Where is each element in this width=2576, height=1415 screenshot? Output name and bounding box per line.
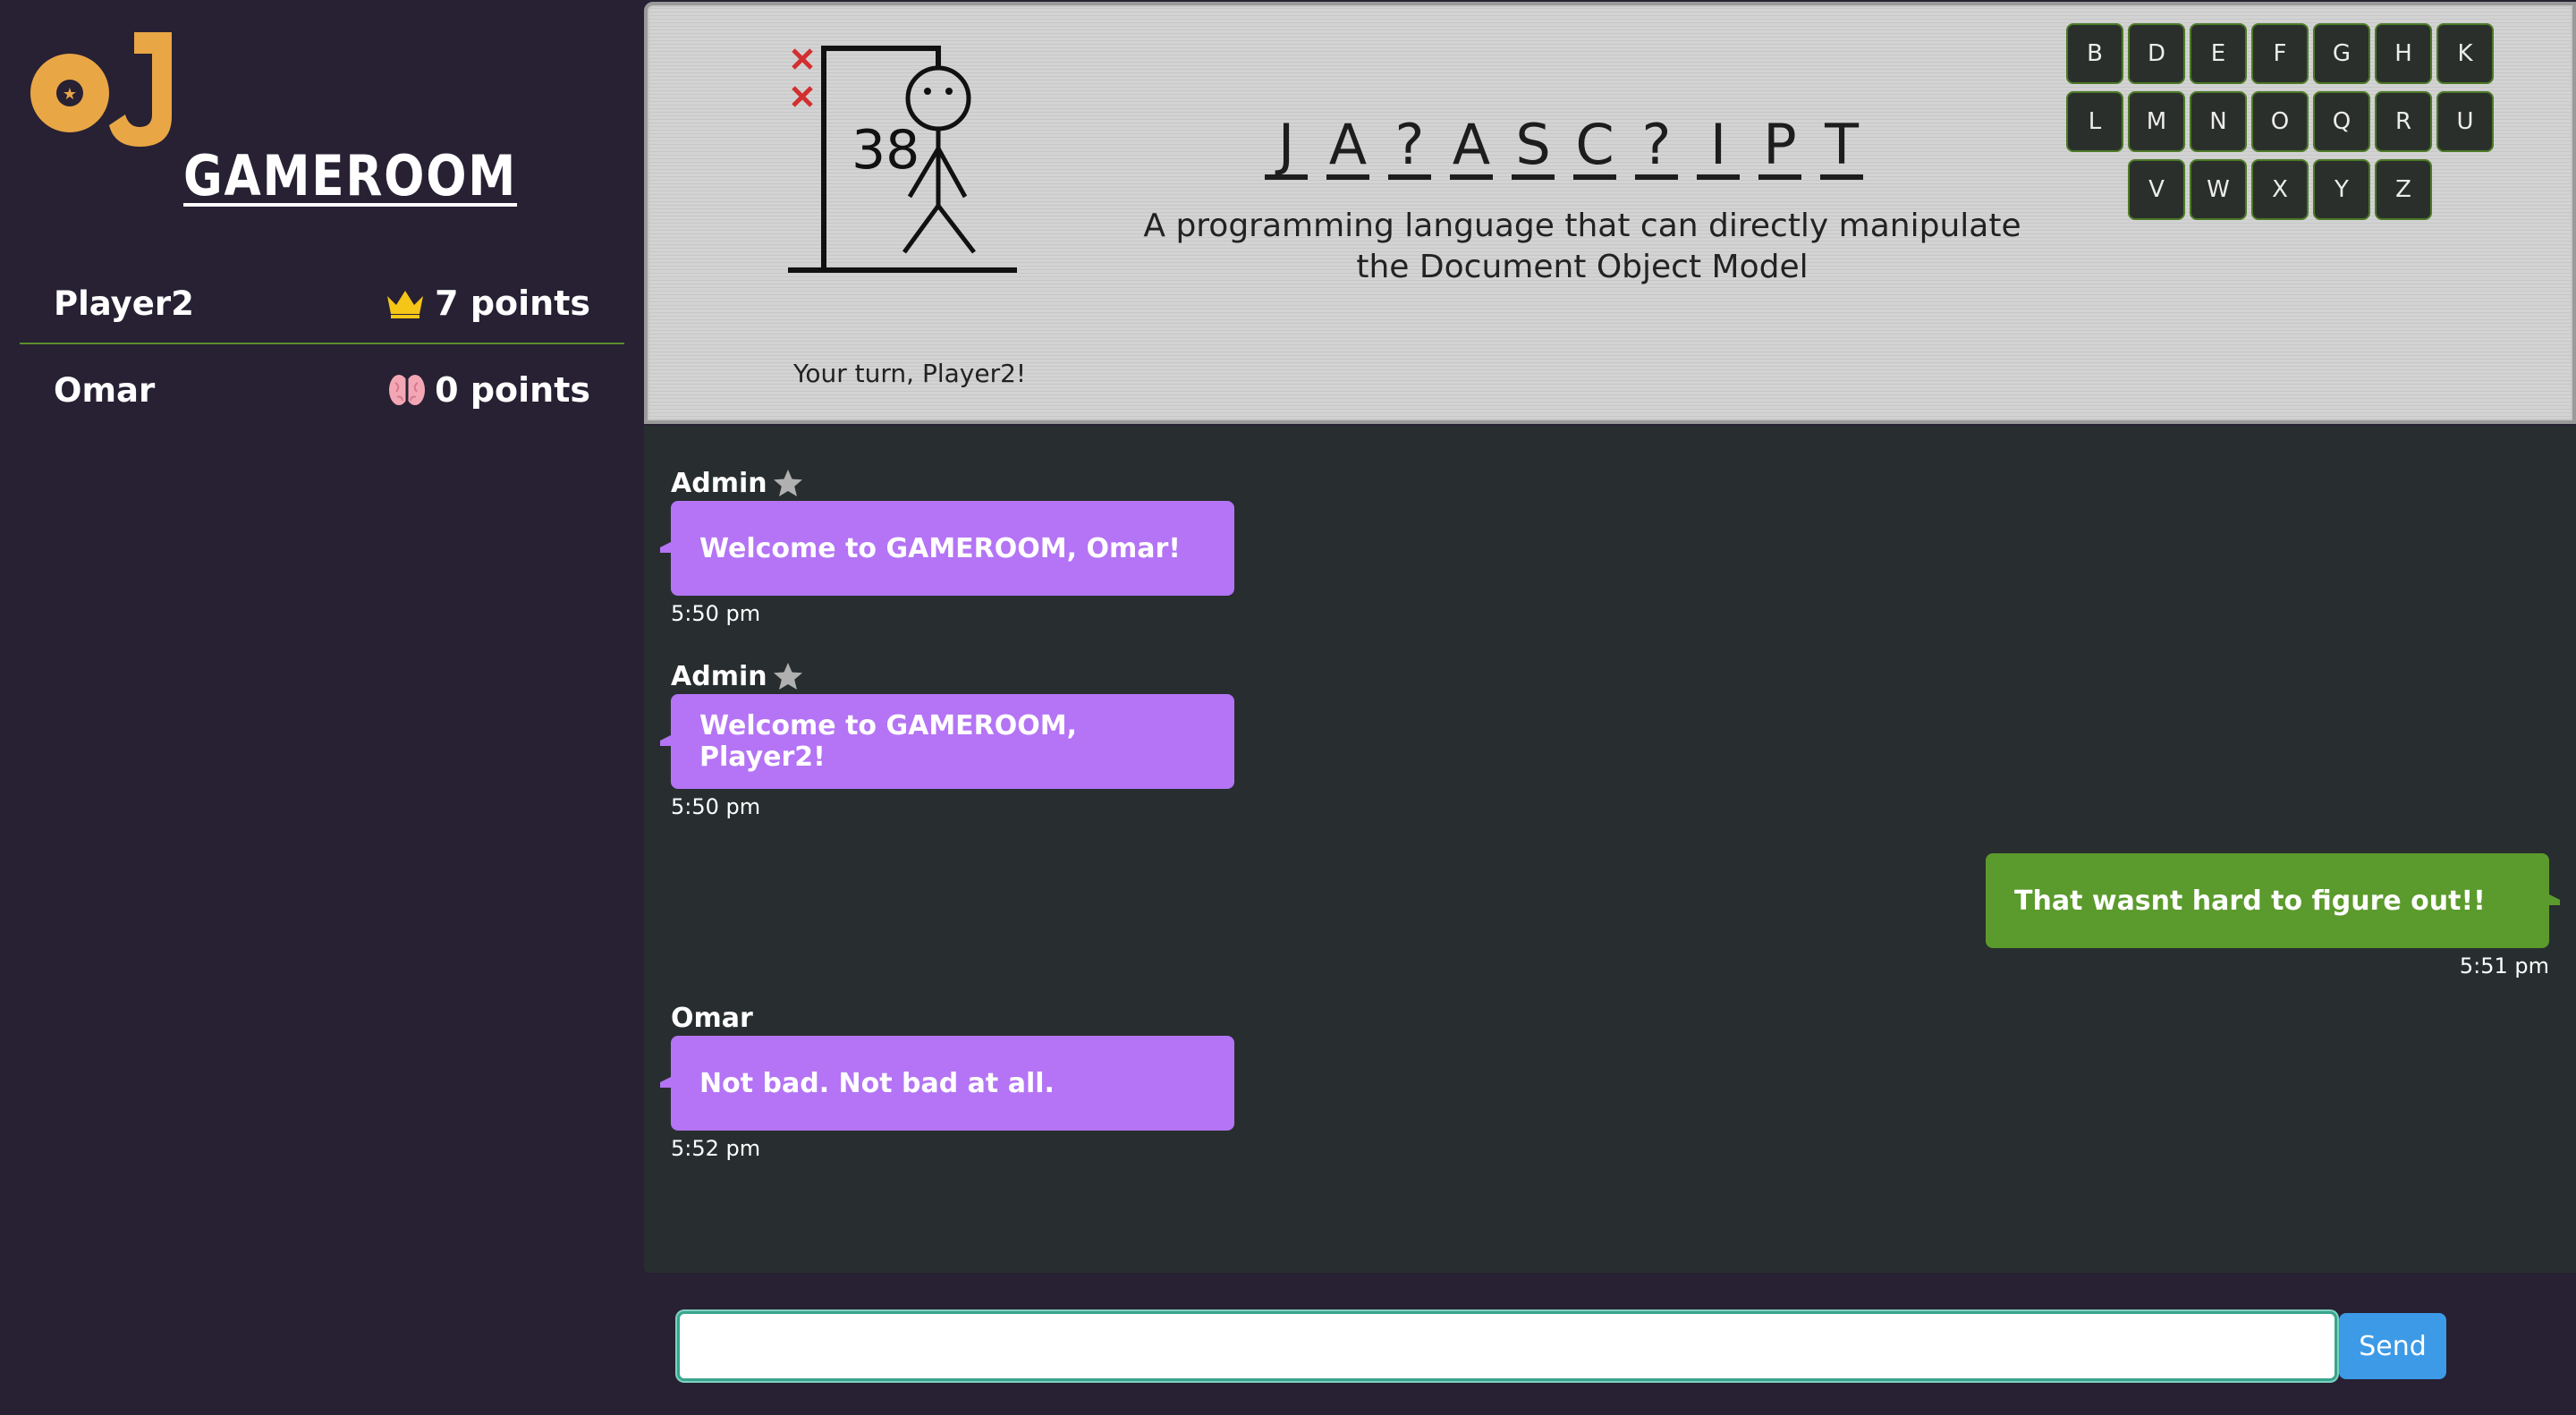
letter-key[interactable]: X xyxy=(2251,159,2309,220)
player-row: Omar 0 points xyxy=(20,350,624,430)
player-row: Player2 7 points xyxy=(20,264,624,344)
message-sender: Omar xyxy=(671,1000,1234,1036)
chat-message: Omar Not bad. Not bad at all. 5:52 pm xyxy=(660,1000,1234,1161)
puzzle-letter-slot: S xyxy=(1512,117,1555,180)
letter-key[interactable]: D xyxy=(2128,23,2185,84)
sender-name: Omar xyxy=(671,1002,753,1034)
send-button[interactable]: Send xyxy=(2339,1313,2446,1379)
puzzle-letter-slot: T xyxy=(1820,117,1863,180)
letter-key[interactable]: Z xyxy=(2375,159,2432,220)
puzzle-letter-slot: I xyxy=(1697,117,1740,180)
keyboard-row: BDEFGHK xyxy=(2056,23,2504,84)
chat-message: Admin Welcome to GAMEROOM, Omar! 5:50 pm xyxy=(660,465,1234,626)
chat-message: That wasnt hard to figure out!! 5:51 pm xyxy=(1986,853,2560,979)
logo-icon: ★ xyxy=(30,32,172,147)
player-name: Player2 xyxy=(54,284,194,323)
letter-key[interactable]: M xyxy=(2128,91,2185,152)
letter-key[interactable]: F xyxy=(2251,23,2309,84)
letter-key[interactable]: V xyxy=(2128,159,2185,220)
brain-icon xyxy=(389,375,426,405)
keyboard-row: VWXYZ xyxy=(2056,159,2504,220)
sidebar: ★ GAMEROOM Player2 7 points Omar 0 point… xyxy=(0,0,644,1415)
crown-icon xyxy=(387,291,424,318)
star-icon xyxy=(773,470,802,496)
player-score: 0 points xyxy=(388,370,590,410)
guess-counter: 38 xyxy=(852,119,920,182)
letter-key[interactable]: B xyxy=(2066,23,2123,84)
player-name: Omar xyxy=(54,370,156,410)
letter-key[interactable]: W xyxy=(2190,159,2247,220)
letter-key[interactable]: R xyxy=(2375,91,2432,152)
message-sender: Admin xyxy=(671,465,1234,501)
keyboard-row: LMNOQRU xyxy=(2056,91,2504,152)
message-time: 5:52 pm xyxy=(671,1136,761,1161)
player-score: 7 points xyxy=(385,284,590,323)
letter-key[interactable]: U xyxy=(2436,91,2494,152)
puzzle-hint: A programming language that can directly… xyxy=(1143,208,2021,285)
letter-key[interactable]: K xyxy=(2436,23,2494,84)
puzzle-word: J A? A S C? I P T xyxy=(1265,117,1863,180)
puzzle-letter-slot: C xyxy=(1573,117,1616,180)
puzzle-letter-slot: P xyxy=(1758,117,1801,180)
message-bubble: That wasnt hard to figure out!! xyxy=(1986,853,2560,948)
turn-indicator: Your turn, Player2! xyxy=(793,359,1027,388)
letter-key[interactable]: N xyxy=(2190,91,2247,152)
message-bubble: Welcome to GAMEROOM, Player2! xyxy=(660,694,1234,789)
letter-key[interactable]: O xyxy=(2251,91,2309,152)
message-bubble: Welcome to GAMEROOM, Omar! xyxy=(660,501,1234,596)
message-time: 5:50 pm xyxy=(671,601,761,626)
puzzle-letter-slot: J xyxy=(1265,117,1308,180)
letter-key[interactable]: Y xyxy=(2313,159,2370,220)
message-input[interactable] xyxy=(677,1311,2337,1381)
message-sender: Admin xyxy=(671,658,1234,694)
letter-key[interactable]: E xyxy=(2190,23,2247,84)
message-bubble: Not bad. Not bad at all. xyxy=(660,1036,1234,1131)
sender-name: Admin xyxy=(671,467,767,499)
letter-key[interactable]: G xyxy=(2313,23,2370,84)
app-title: GAMEROOM xyxy=(183,143,518,208)
game-panel: 38 J A? A S C? I P T A programming language tha… xyxy=(644,2,2576,424)
letter-key[interactable]: Q xyxy=(2313,91,2370,152)
svg-text:★: ★ xyxy=(63,85,77,104)
puzzle-letter-slot: A xyxy=(1450,117,1493,180)
player-score-text: 7 points xyxy=(435,284,590,323)
letter-key[interactable]: L xyxy=(2066,91,2123,152)
letter-keyboard: BDEFGHK LMNOQRU VWXYZ xyxy=(2056,23,2504,227)
sender-name: Admin xyxy=(671,660,767,692)
chat-messages: Admin Welcome to GAMEROOM, Omar! 5:50 pm… xyxy=(644,426,2576,1273)
player-score-text: 0 points xyxy=(435,370,590,410)
message-time: 5:51 pm xyxy=(2459,953,2549,979)
chat-message: Admin Welcome to GAMEROOM, Player2! 5:50… xyxy=(660,658,1234,819)
puzzle-letter-slot: ? xyxy=(1635,117,1678,180)
star-icon xyxy=(773,663,802,690)
letter-key[interactable]: H xyxy=(2375,23,2432,84)
puzzle-letter-slot: ? xyxy=(1388,117,1431,180)
puzzle-letter-slot: A xyxy=(1326,117,1369,180)
message-time: 5:50 pm xyxy=(671,794,761,819)
